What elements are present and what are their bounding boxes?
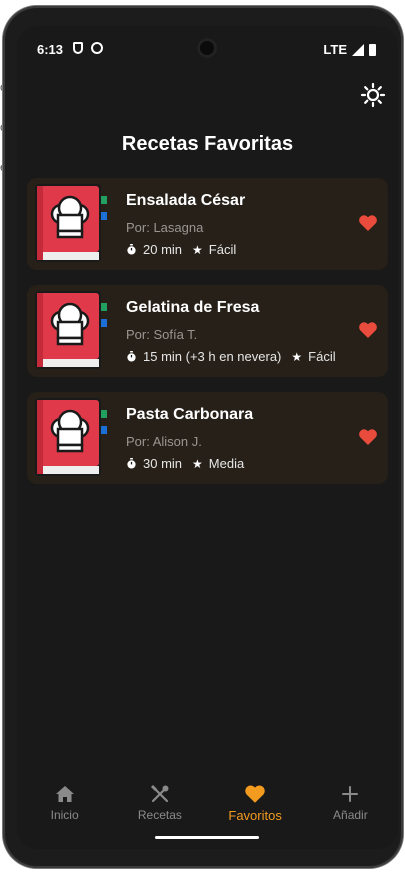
favorite-heart-icon[interactable] xyxy=(358,321,378,339)
nav-item-inicio[interactable]: Inicio xyxy=(17,772,112,828)
recipe-time: 20 min xyxy=(143,242,183,257)
recipe-card[interactable]: Ensalada César Por: Lasagna 20 min ★ Fác… xyxy=(27,178,388,270)
recipe-meta: 15 min (+3 h en nevera) ★ Fácil xyxy=(126,349,336,364)
nav-item-recetas[interactable]: Recetas xyxy=(112,772,207,828)
recipe-difficulty: Media xyxy=(208,456,245,471)
timer-icon xyxy=(127,351,136,362)
shield-icon xyxy=(73,42,83,54)
nav-label: Favoritos xyxy=(228,808,282,823)
star-icon: ★ xyxy=(192,456,203,471)
favorite-heart-icon[interactable] xyxy=(358,428,378,446)
recipe-time: 15 min (+3 h en nevera) xyxy=(143,349,282,364)
theme-toggle-button[interactable] xyxy=(360,82,386,108)
phone-frame: 6:13 LTE Recetas Favoritas Ensalada Césa… xyxy=(3,6,403,868)
recipe-difficulty: Fácil xyxy=(208,242,237,257)
recipe-title: Pasta Carbonara xyxy=(126,406,254,423)
recipe-title: Ensalada César xyxy=(126,192,246,209)
favorites-list: Ensalada César Por: Lasagna 20 min ★ Fác… xyxy=(27,178,388,499)
recipe-meta: 30 min ★ Media xyxy=(126,456,244,471)
nav-item-favoritos[interactable]: Favoritos xyxy=(208,772,303,828)
recipe-author: Por: Sofía T. xyxy=(126,327,198,342)
app-screen: 6:13 LTE Recetas Favoritas Ensalada Césa… xyxy=(17,26,398,849)
timer-icon xyxy=(127,244,136,255)
status-time: 6:13 xyxy=(37,42,64,57)
bottom-navigation: Inicio Recetas Favoritos Añadir xyxy=(17,772,398,828)
recipe-book-icon xyxy=(35,291,107,369)
recipe-author: Por: Lasagna xyxy=(126,220,204,235)
plus-icon xyxy=(342,786,359,802)
recipe-author: Por: Alison J. xyxy=(126,434,202,449)
battery-icon xyxy=(369,43,376,56)
sync-icon xyxy=(91,42,103,54)
recipe-card[interactable]: Gelatina de Fresa Por: Sofía T. 15 min (… xyxy=(27,285,388,377)
nav-label: Recetas xyxy=(137,808,182,822)
recipe-book-icon xyxy=(35,184,107,262)
network-label: LTE xyxy=(323,42,347,57)
recipe-meta: 20 min ★ Fácil xyxy=(126,242,236,257)
recipe-difficulty: Fácil xyxy=(308,349,336,364)
heart-icon xyxy=(245,785,265,803)
star-icon: ★ xyxy=(291,349,303,364)
utensils-icon xyxy=(150,784,169,803)
favorite-heart-icon[interactable] xyxy=(358,214,378,232)
nav-label: Añadir xyxy=(333,808,368,822)
timer-icon xyxy=(127,458,136,469)
recipe-time: 30 min xyxy=(143,456,183,471)
page-title: Recetas Favoritas xyxy=(121,133,294,155)
status-bar: 6:13 LTE xyxy=(17,26,398,72)
recipe-title: Gelatina de Fresa xyxy=(126,299,260,316)
recipe-book-icon xyxy=(35,398,107,476)
nav-label: Inicio xyxy=(50,808,79,822)
signal-icon xyxy=(352,43,364,56)
star-icon: ★ xyxy=(192,242,203,257)
home-icon xyxy=(55,786,74,802)
recipe-card[interactable]: Pasta Carbonara Por: Alison J. 30 min ★ … xyxy=(27,392,388,484)
front-camera xyxy=(197,38,217,58)
nav-item-anadir[interactable]: Añadir xyxy=(303,772,398,828)
sun-icon xyxy=(360,82,386,108)
home-indicator[interactable] xyxy=(155,836,259,839)
